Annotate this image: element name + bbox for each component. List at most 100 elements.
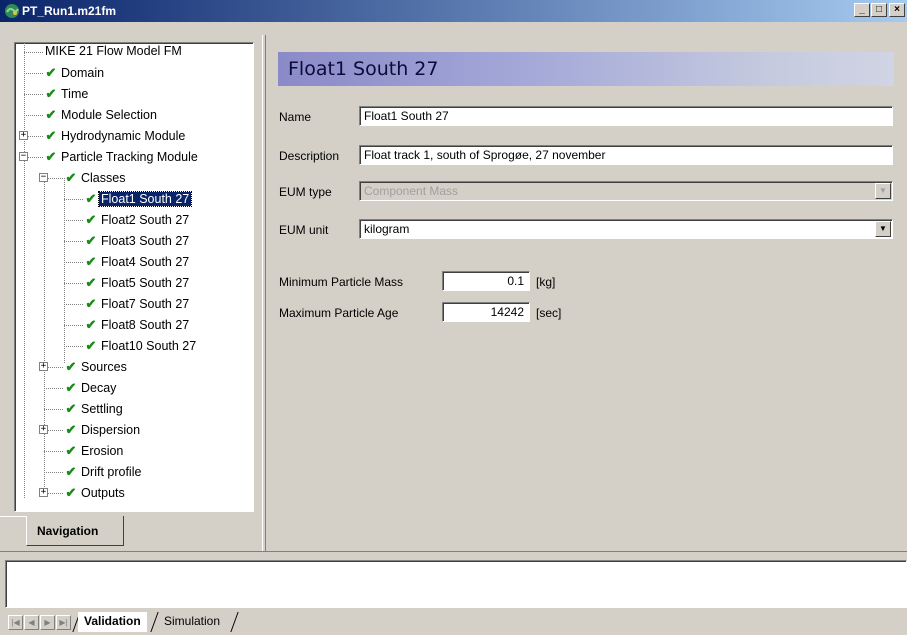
tree-line: [64, 325, 83, 326]
collapse-icon[interactable]: −: [39, 173, 48, 182]
checkmark-icon: ✔: [45, 149, 57, 164]
name-field[interactable]: Float1 South 27: [359, 106, 893, 126]
tree-item[interactable]: ✔ Sources: [63, 356, 129, 377]
tree-line: [44, 451, 63, 452]
app-window: PT_Run1.m21fm _ □ × MIKE 21 Flow Model F…: [0, 0, 907, 635]
tree-line: [64, 199, 83, 200]
expand-icon[interactable]: +: [19, 131, 28, 140]
tree-item[interactable]: ✔ Settling: [63, 398, 125, 419]
tree-item[interactable]: ✔ Drift profile: [63, 461, 143, 482]
tree-line: [24, 115, 43, 116]
tree-item[interactable]: ✔ Domain: [43, 62, 106, 83]
collapse-icon[interactable]: −: [19, 152, 28, 161]
max-particle-age-label: Maximum Particle Age: [279, 306, 399, 320]
checkmark-icon: ✔: [45, 128, 57, 143]
tree-item[interactable]: ✔ Particle Tracking Module: [43, 146, 200, 167]
validation-log[interactable]: [5, 560, 907, 608]
checkmark-icon: ✔: [85, 317, 97, 332]
tree-item-label: Float2 South 27: [101, 213, 190, 227]
tree-item-label: Float3 South 27: [101, 234, 190, 248]
tree-item[interactable]: ✔ Float3 South 27: [83, 230, 191, 251]
next-tab-icon[interactable]: ▶: [40, 615, 55, 630]
navigation-tree[interactable]: MIKE 21 Flow Model FM ✔ Domain ✔ Time ✔ Module…: [14, 42, 254, 512]
description-label: Description: [279, 149, 340, 163]
checkmark-icon: ✔: [65, 464, 77, 479]
minimize-button[interactable]: _: [854, 3, 870, 17]
chevron-down-icon[interactable]: ▼: [875, 221, 891, 237]
tree-item[interactable]: ✔ Float5 South 27: [83, 272, 191, 293]
expand-icon[interactable]: +: [39, 362, 48, 371]
checkmark-icon: ✔: [65, 359, 77, 374]
tree-item-label: Dispersion: [81, 423, 141, 437]
checkmark-icon: ✔: [45, 107, 57, 122]
tree-line: [64, 220, 83, 221]
tree-item-label: Domain: [61, 66, 105, 80]
tree-item-label: Erosion: [81, 444, 124, 458]
eum-type-label: EUM type: [279, 185, 332, 199]
tree-item-label: Module Selection: [61, 108, 157, 122]
max-particle-age-unit: [sec]: [536, 306, 562, 320]
tree-item[interactable]: ✔ Float4 South 27: [83, 251, 191, 272]
tree-line: [64, 283, 83, 284]
tree-line: [64, 262, 83, 263]
tree-line: [44, 409, 63, 410]
checkmark-icon: ✔: [85, 338, 97, 353]
checkmark-icon: ✔: [85, 254, 97, 269]
tree-item-label: Float7 South 27: [101, 297, 190, 311]
description-field[interactable]: Float track 1, south of Sprogøe, 27 nove…: [359, 145, 893, 165]
tree-item[interactable]: ✔ Erosion: [63, 440, 125, 461]
tree-line: [24, 94, 43, 95]
tree-item[interactable]: ✔ Time: [43, 83, 90, 104]
tree-line: [24, 52, 43, 53]
tree-line: [64, 346, 83, 347]
eum-unit-value: kilogram: [364, 222, 410, 236]
tree-item[interactable]: ✔ Float1 South 27: [83, 188, 193, 209]
prev-tab-icon[interactable]: ◀: [24, 615, 39, 630]
title-bar[interactable]: PT_Run1.m21fm _ □ ×: [0, 0, 907, 22]
tree-item[interactable]: ✔ Hydrodynamic Module: [43, 125, 187, 146]
navigation-pane: MIKE 21 Flow Model FM ✔ Domain ✔ Time ✔ Module…: [0, 35, 262, 551]
tab-validation[interactable]: Validation: [78, 612, 147, 632]
tree-line: [64, 241, 83, 242]
max-particle-age-field[interactable]: 14242: [442, 302, 530, 322]
last-tab-icon[interactable]: ▶|: [56, 615, 71, 630]
tree-item-label: Float8 South 27: [101, 318, 190, 332]
properties-pane: Float1 South 27 Name Float1 South 27 Des…: [266, 35, 907, 551]
checkmark-icon: ✔: [85, 233, 97, 248]
app-icon: [5, 4, 19, 18]
checkmark-icon: ✔: [65, 380, 77, 395]
tree-item[interactable]: ✔ Float10 South 27: [83, 335, 198, 356]
tree-item[interactable]: ✔ Outputs: [63, 482, 127, 503]
validation-pane: |◀ ◀ ▶ ▶| Validation Simulation: [0, 551, 907, 635]
min-particle-mass-label: Minimum Particle Mass: [279, 275, 404, 289]
first-tab-icon[interactable]: |◀: [8, 615, 23, 630]
close-button[interactable]: ×: [889, 3, 905, 17]
checkmark-icon: ✔: [85, 191, 97, 206]
name-label: Name: [279, 110, 312, 124]
tree-item[interactable]: MIKE 21 Flow Model FM: [43, 43, 184, 62]
tab-navigation[interactable]: Navigation: [26, 516, 124, 546]
maximize-button[interactable]: □: [871, 3, 887, 17]
tree-item[interactable]: ✔ Module Selection: [43, 104, 159, 125]
window-title: PT_Run1.m21fm: [22, 4, 117, 18]
min-particle-mass-field[interactable]: 0.1: [442, 271, 530, 291]
tree-item[interactable]: ✔ Dispersion: [63, 419, 142, 440]
expand-icon[interactable]: +: [39, 488, 48, 497]
eum-type-select: Component Mass ▼: [359, 181, 893, 201]
tree-item[interactable]: ✔ Classes: [63, 167, 127, 188]
tree-item-label: MIKE 21 Flow Model FM: [45, 44, 182, 58]
section-title: Float1 South 27: [288, 58, 439, 80]
checkmark-icon: ✔: [65, 170, 77, 185]
checkmark-icon: ✔: [65, 422, 77, 437]
tab-simulation[interactable]: Simulation: [158, 612, 226, 632]
eum-unit-select[interactable]: kilogram ▼: [359, 219, 893, 239]
expand-icon[interactable]: +: [39, 425, 48, 434]
tree-line: [44, 472, 63, 473]
section-header: Float1 South 27: [278, 52, 894, 86]
tree-item[interactable]: ✔ Float7 South 27: [83, 293, 191, 314]
tree-item[interactable]: ✔ Float2 South 27: [83, 209, 191, 230]
min-particle-mass-unit: [kg]: [536, 275, 556, 289]
tree-item[interactable]: ✔ Decay: [63, 377, 118, 398]
checkmark-icon: ✔: [45, 86, 57, 101]
tree-item[interactable]: ✔ Float8 South 27: [83, 314, 191, 335]
